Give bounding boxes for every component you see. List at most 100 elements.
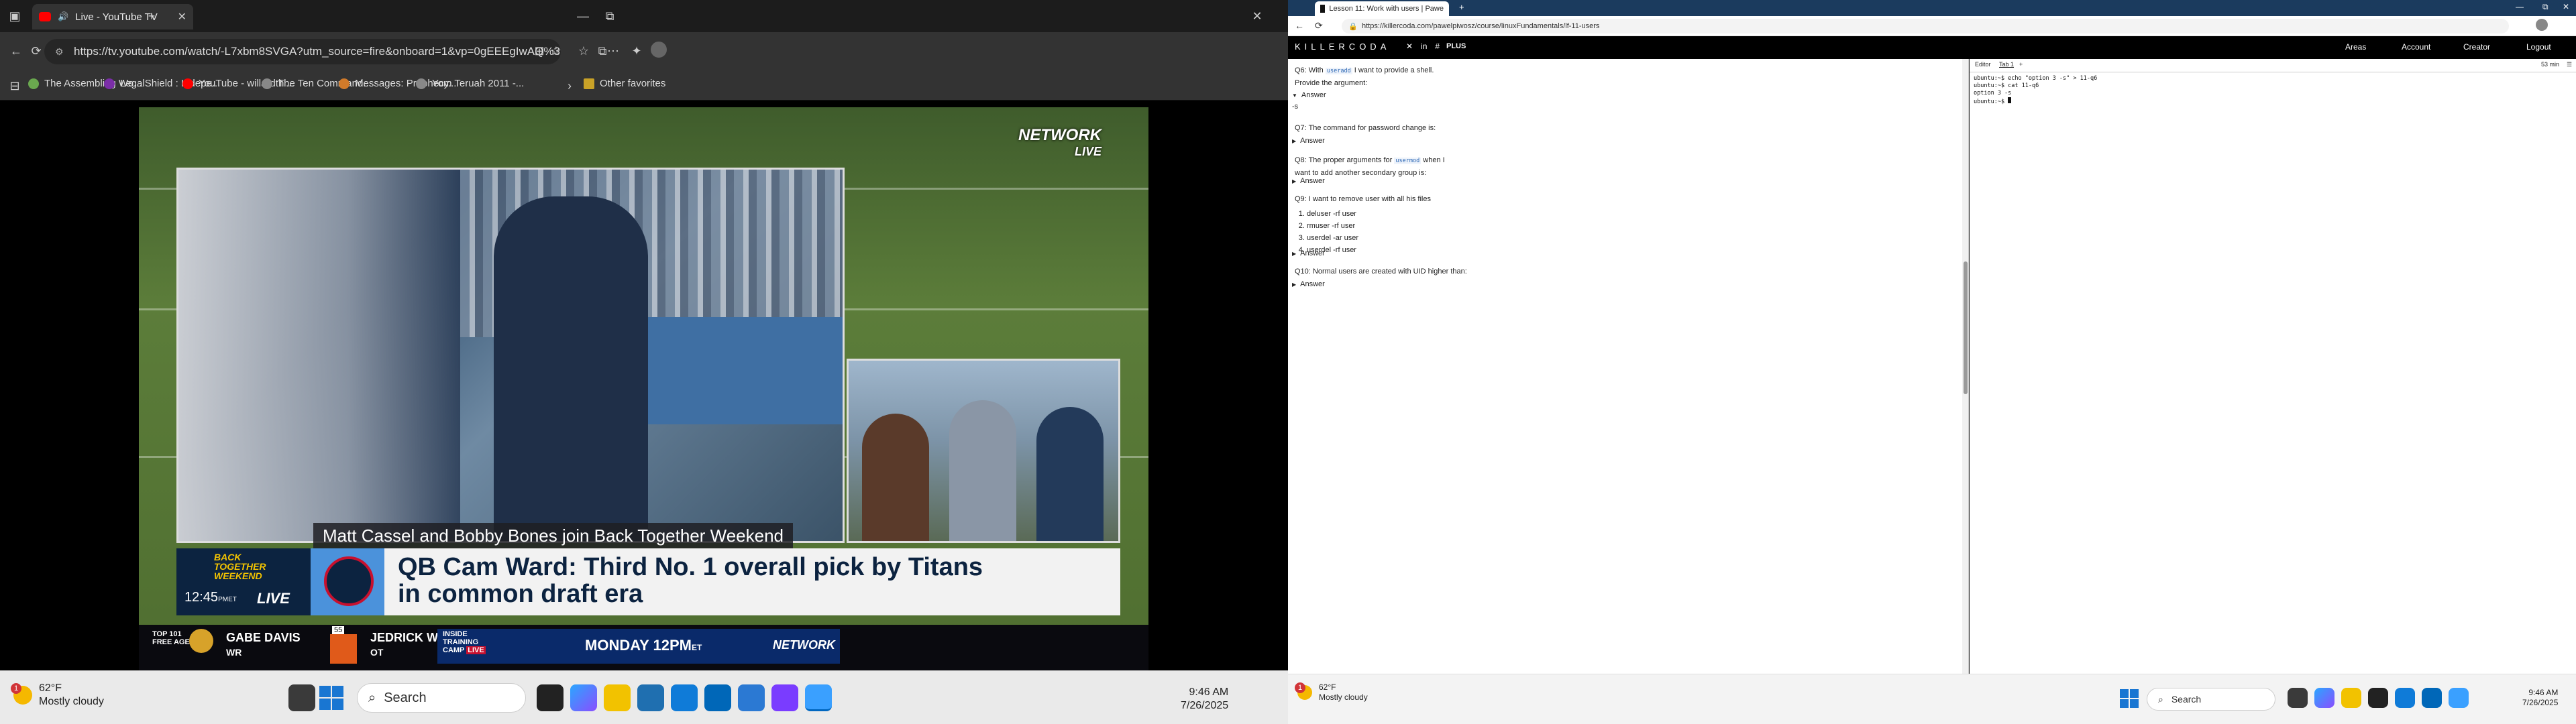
lock-icon[interactable]: 🔒 [1348,22,1358,31]
task-view-icon[interactable] [2288,688,2308,708]
clock[interactable]: 9:46 AM 7/26/2025 [2522,688,2558,708]
edge-active-icon[interactable] [2449,688,2469,708]
taskbar-search[interactable]: ⌕ Search [2147,688,2275,711]
more-menu-icon[interactable]: ⋯ [604,42,623,60]
promo-banner: INSIDE TRAINING CAMP LIVE MONDAY 12PMET … [437,629,840,664]
copilot-icon[interactable] [570,684,597,711]
taskbar-search[interactable]: ⌕ Search [357,683,526,713]
host-image [949,400,1016,541]
weather-widget[interactable]: 1 62°F Mostly cloudy [1295,682,1368,703]
nav-logout[interactable]: Logout [2526,42,2551,52]
favorites-icon[interactable]: ☆ [574,42,593,60]
globe-icon [262,78,272,89]
favorite-item[interactable]: Yom Teruah 2011 -... [416,78,524,89]
task-view-icon[interactable] [288,684,315,711]
back-icon[interactable]: ← [7,42,25,60]
address-bar[interactable]: 🔒 https://killercoda.com/pawelpiwosz/cou… [1342,19,2509,34]
lesson-content: Q6: With useradd I want to provide a she… [1288,59,1969,674]
mail-icon[interactable] [637,684,664,711]
live-label: LIVE [257,590,290,607]
promo-time: MONDAY 12PMET [585,637,702,654]
search-icon: ⌕ [2158,693,2163,705]
address-url: https://killercoda.com/pawelpiwosz/cours… [1362,22,1600,30]
tab-youtube-tv[interactable]: 🔊 Live - YouTube TV ✕ [32,4,193,29]
content-scrollbar[interactable] [1962,59,1968,674]
close-tab-icon[interactable]: ✕ [178,10,186,23]
titans-logo [311,548,384,615]
restore-window-button[interactable]: ⧉ [2542,2,2548,12]
weather-widget[interactable]: 1 62°F Mostly cloudy [11,682,104,709]
video-player[interactable]: NETWORK LIVE Matt Cassel and Bobby Bones… [0,101,1288,672]
answer-toggle-q7[interactable]: ▶ Answer [1292,137,1325,145]
close-window-button[interactable]: ✕ [1248,7,1267,25]
refresh-icon[interactable]: ⟳ [27,42,46,60]
favorites-app-icon[interactable]: ⊟ [5,76,24,95]
slack-icon[interactable]: # [1435,42,1440,51]
file-explorer-icon[interactable] [604,684,631,711]
plus-badge[interactable]: PLUS [1446,42,1466,50]
browser-toolbar: ← ⟳ ⚙ https://tv.youtube.com/watch/-L7xb… [0,32,1288,71]
minimize-window-button[interactable]: — [574,7,592,25]
promo-network: NETWORK [773,638,835,652]
video-frame[interactable]: NETWORK LIVE Matt Cassel and Bobby Bones… [139,107,1148,672]
address-bar[interactable]: ⚙ https://tv.youtube.com/watch/-L7xbm8SV… [44,39,561,64]
terminal-icon[interactable] [537,684,564,711]
site-info-icon[interactable]: ⚙ [55,46,64,58]
app-icon[interactable] [771,684,798,711]
terminal-line: ubuntu:~$ echo "option 3 -s" > 11-q6 [1974,75,2098,82]
nav-areas[interactable]: Areas [2345,42,2366,52]
tab-strip: Lesson 11: Work with users | Pawe + — ⧉ … [1288,0,2576,16]
sidebar-toggle-icon[interactable]: ▣ [5,7,24,25]
site-logo[interactable]: KILLERCODA [1295,42,1390,52]
start-button[interactable] [319,686,343,710]
restore-window-button[interactable]: ⧉ [600,7,619,25]
add-tab-button[interactable]: + [2019,61,2023,68]
answer-toggle-q8[interactable]: ▶ Answer [1292,177,1325,185]
social-links: ✕ in # [1406,42,1440,51]
terminal-icon[interactable] [2368,688,2388,708]
alert-badge: 1 [1295,682,1305,693]
edge-active-icon[interactable] [805,684,832,711]
answer-toggle-q10[interactable]: ▶ Answer [1292,280,1325,288]
profile-avatar[interactable] [651,42,667,58]
tab-killercoda[interactable]: Lesson 11: Work with users | Pawe [1315,1,1449,16]
other-favorites[interactable]: Other favorites [584,78,665,89]
answer-toggle-q9[interactable]: ▶ Answer [1292,249,1325,257]
back-icon[interactable]: ← [1295,20,1304,31]
linkedin-icon[interactable]: in [1421,42,1427,51]
caret-right-icon: ▶ [1292,178,1297,184]
terminal[interactable]: ubuntu:~$ echo "option 3 -s" > 11-q6 ubu… [1970,72,2576,674]
close-window-button[interactable]: ✕ [2563,2,2569,11]
store-icon[interactable] [704,684,731,711]
store-icon[interactable] [2422,688,2442,708]
taskbar: 1 62°F Mostly cloudy ⌕ Search 9:46 AM 7/… [1288,674,2576,724]
favorite-star-icon[interactable]: ☆ [547,42,566,60]
edge-icon[interactable] [2395,688,2415,708]
speaker-icon[interactable]: 🔊 [58,11,68,22]
answer-toggle-q6[interactable]: ▼ Answer [1292,91,1326,99]
scrollbar-thumb[interactable] [1964,261,1968,394]
file-explorer-icon[interactable] [2341,688,2361,708]
start-button[interactable] [2120,689,2139,708]
new-tab-icon[interactable]: + [1459,2,1464,12]
clock[interactable]: 9:46 AM 7/26/2025 [1181,686,1228,713]
tab-editor[interactable]: Editor [1975,61,1991,68]
menu-icon[interactable]: ☰ [2567,61,2572,68]
nav-account[interactable]: Account [2402,42,2430,52]
right-monitor: Lesson 11: Work with users | Pawe + — ⧉ … [1288,0,2576,724]
nav-creator[interactable]: Creator [2463,42,2490,52]
profile-avatar[interactable] [2536,19,2548,31]
photos-icon[interactable] [738,684,765,711]
main-camera-feed [176,168,845,543]
list-item: deluser -rf user [1307,208,1358,220]
minimize-window-button[interactable]: — [2516,2,2524,11]
edge-icon[interactable] [671,684,698,711]
copilot-icon[interactable]: ✦ [627,42,646,60]
app-available-icon[interactable]: ⊞ [530,42,549,60]
new-tab-icon[interactable]: + [142,7,161,25]
twitter-icon[interactable]: ✕ [1406,42,1413,51]
tab-terminal-1[interactable]: Tab 1 [1999,61,2014,68]
favorites-overflow-icon[interactable]: › [560,76,579,95]
refresh-icon[interactable]: ⟳ [1315,20,1323,32]
copilot-icon[interactable] [2314,688,2334,708]
